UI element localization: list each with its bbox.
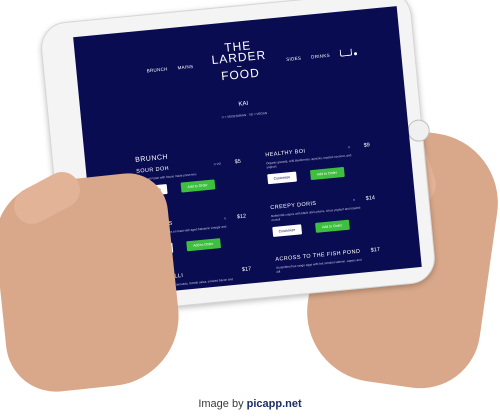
item-tag: V [352, 198, 356, 203]
add-to-order-button[interactable]: Add to Order [180, 179, 215, 193]
item-tag: V [347, 145, 351, 150]
item-price: $14 [365, 195, 376, 202]
add-to-order-button[interactable]: Add to Order [185, 238, 221, 252]
image-credit: Image by picapp.net [0, 398, 500, 410]
item-tag: V VG [213, 161, 222, 167]
customize-button[interactable]: Customize [272, 224, 302, 238]
nav-left: BRUNCH MAINS [146, 64, 193, 73]
menu-item: ACROSS TO THE FISH POND $17 Scrambled fr… [275, 247, 381, 274]
photo-stage: BRUNCH MAINS THE LARDER ~ FOOD SIDES DRI… [0, 0, 500, 419]
item-price: $9 [363, 142, 371, 149]
item-tag: V [224, 216, 227, 221]
diet-legend: V = VEGETARIAN · VG = VEGAN [221, 111, 268, 120]
nav-item-sides[interactable]: SIDES [286, 55, 301, 61]
menu-item: CREEPY DORIS V $14 Buttermilk crepes wit… [270, 195, 378, 238]
item-price: $5 [234, 158, 242, 166]
logo: THE LARDER ~ FOOD [193, 37, 286, 84]
nav-item-brunch[interactable]: BRUNCH [146, 66, 167, 73]
credit-prefix: Image by [198, 398, 244, 410]
item-price: $12 [236, 213, 247, 221]
item-price: $17 [241, 266, 252, 274]
subtitle-kai: KAI [238, 100, 249, 108]
item-price: $17 [370, 246, 381, 254]
section-title: BRUNCH [134, 153, 169, 164]
cart-icon[interactable] [339, 48, 357, 58]
nav-right: SIDES DRINKS [286, 48, 357, 63]
add-to-order-button[interactable]: Add to Order [309, 166, 345, 181]
menu-item: HEALTHY BOI V $9 Organic granola, wild b… [265, 142, 373, 185]
add-to-order-button[interactable]: Add to Order [314, 219, 350, 233]
nav-item-mains[interactable]: MAINS [177, 64, 193, 70]
credit-brand: picapp.net [246, 398, 302, 410]
customize-button[interactable]: Customize [267, 171, 297, 185]
nav-item-drinks[interactable]: DRINKS [311, 52, 330, 59]
